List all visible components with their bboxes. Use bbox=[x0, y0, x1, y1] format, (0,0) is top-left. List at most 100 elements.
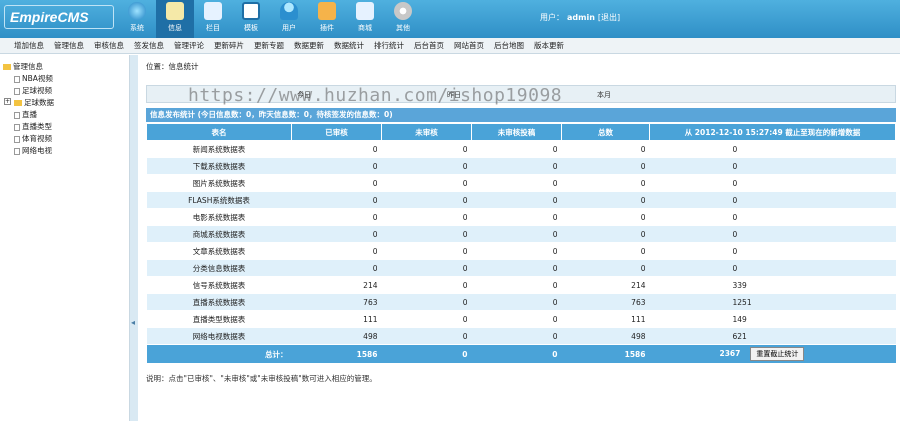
toolbar-review-info[interactable]: 审核信息 bbox=[94, 38, 124, 53]
tree-item-live[interactable]: 直播 bbox=[14, 109, 37, 120]
tree-item-web-tv[interactable]: 网络电视 bbox=[14, 145, 52, 156]
count-cell[interactable]: 0 bbox=[471, 276, 562, 294]
count-cell[interactable]: 0 bbox=[291, 225, 382, 243]
count-cell[interactable]: 0 bbox=[381, 293, 472, 311]
column-header: 已审核 bbox=[291, 123, 382, 141]
table-row: 电影系统数据表 0 0 0 0 0 bbox=[146, 208, 896, 226]
count-cell[interactable]: 0 bbox=[381, 327, 472, 345]
total-value: 0 bbox=[381, 344, 472, 364]
nav-column[interactable]: 栏目 bbox=[194, 0, 232, 38]
count-cell[interactable]: 0 bbox=[471, 242, 562, 260]
reset-stats-button[interactable]: 重置截止统计 bbox=[750, 347, 805, 361]
toolbar-update-fragments[interactable]: 更新碎片 bbox=[214, 38, 244, 53]
table-row: 分类信息数据表 0 0 0 0 0 bbox=[146, 259, 896, 277]
main-nav: 系统 信息 栏目 模板 用户 插件 商城 其他 bbox=[118, 0, 422, 38]
count-cell[interactable]: 0 bbox=[381, 191, 472, 209]
toolbar-site-home[interactable]: 网站首页 bbox=[454, 38, 484, 53]
app-logo: EmpireCMS bbox=[4, 5, 114, 29]
nav-label: 其他 bbox=[396, 24, 410, 32]
count-cell[interactable]: 0 bbox=[381, 259, 472, 277]
stats-title: 信息发布统计 (今日信息数：0，昨天信息数：0，待核签发的信息数：0) bbox=[146, 108, 896, 122]
nav-system[interactable]: 系统 bbox=[118, 0, 156, 38]
table-name-cell: 商城系统数据表 bbox=[146, 225, 292, 243]
count-cell[interactable]: 0 bbox=[471, 174, 562, 192]
toolbar-sign-info[interactable]: 签发信息 bbox=[134, 38, 164, 53]
sidebar-collapse-handle[interactable]: ◂ bbox=[130, 55, 138, 421]
count-cell[interactable]: 0 bbox=[381, 276, 472, 294]
toolbar-add-info[interactable]: 增加信息 bbox=[14, 38, 44, 53]
tree-item-label: 直播类型 bbox=[22, 122, 52, 131]
toolbar-data-update[interactable]: 数据更新 bbox=[294, 38, 324, 53]
table-name-cell: 网络电视数据表 bbox=[146, 327, 292, 345]
tree-item-label: NBA视频 bbox=[22, 74, 53, 83]
toolbar-version-update[interactable]: 版本更新 bbox=[534, 38, 564, 53]
tree-item-nba[interactable]: NBA视频 bbox=[14, 73, 53, 84]
nav-label: 用户 bbox=[282, 24, 296, 32]
count-cell[interactable]: 0 bbox=[471, 157, 562, 175]
count-cell[interactable]: 0 bbox=[381, 242, 472, 260]
folder-open-icon bbox=[3, 64, 11, 70]
breadcrumb: 位置：信息统计 bbox=[146, 62, 199, 71]
toolbar-manage-info[interactable]: 管理信息 bbox=[54, 38, 84, 53]
count-cell[interactable]: 0 bbox=[471, 293, 562, 311]
count-cell[interactable]: 0 bbox=[291, 191, 382, 209]
tree-root[interactable]: 管理信息 bbox=[3, 61, 43, 72]
count-cell[interactable]: 763 bbox=[291, 293, 382, 311]
count-cell[interactable]: 0 bbox=[381, 174, 472, 192]
count-cell[interactable]: 0 bbox=[291, 174, 382, 192]
count-cell: 214 bbox=[561, 276, 650, 294]
count-cell[interactable]: 0 bbox=[291, 140, 382, 158]
table-row: FLASH系统数据表 0 0 0 0 0 bbox=[146, 191, 896, 209]
count-cell[interactable]: 0 bbox=[291, 259, 382, 277]
column-header: 总数 bbox=[561, 123, 650, 141]
table-name-cell: 文章系统数据表 bbox=[146, 242, 292, 260]
table-name-cell: 直播类型数据表 bbox=[146, 310, 292, 328]
toolbar-admin-home[interactable]: 后台首页 bbox=[414, 38, 444, 53]
count-cell[interactable]: 111 bbox=[291, 310, 382, 328]
toolbar-update-topics[interactable]: 更新专题 bbox=[254, 38, 284, 53]
count-cell: 0 bbox=[561, 191, 650, 209]
top-header: EmpireCMS 系统 信息 栏目 模板 用户 插件 商城 其他 用户： ad… bbox=[0, 0, 900, 38]
nav-template[interactable]: 模板 bbox=[232, 0, 270, 38]
table-row: 新闻系统数据表 0 0 0 0 0 bbox=[146, 140, 896, 158]
toolbar-admin-map[interactable]: 后台地图 bbox=[494, 38, 524, 53]
chevron-left-icon: ◂ bbox=[131, 318, 136, 327]
count-cell[interactable]: 0 bbox=[381, 140, 472, 158]
table-header-row: 表名 已审核 未审核 未审核投稿 总数 从 2012-12-10 15:27:4… bbox=[146, 123, 896, 141]
count-cell[interactable]: 0 bbox=[381, 225, 472, 243]
count-cell[interactable]: 0 bbox=[471, 140, 562, 158]
nav-info[interactable]: 信息 bbox=[156, 0, 194, 38]
count-cell[interactable]: 0 bbox=[471, 327, 562, 345]
toolbar-data-stats[interactable]: 数据统计 bbox=[334, 38, 364, 53]
expand-toggle[interactable]: + bbox=[4, 98, 11, 105]
tab-this-month[interactable]: 本月 bbox=[597, 90, 611, 100]
count-cell[interactable]: 0 bbox=[291, 208, 382, 226]
nav-shop[interactable]: 商城 bbox=[346, 0, 384, 38]
tree-item-football-video[interactable]: 足球视频 bbox=[14, 85, 52, 96]
count-cell[interactable]: 0 bbox=[381, 310, 472, 328]
count-cell[interactable]: 0 bbox=[381, 208, 472, 226]
count-cell[interactable]: 0 bbox=[471, 225, 562, 243]
count-cell[interactable]: 0 bbox=[471, 259, 562, 277]
count-cell[interactable]: 0 bbox=[471, 191, 562, 209]
logout-link[interactable]: [退出] bbox=[598, 13, 620, 22]
count-cell[interactable]: 214 bbox=[291, 276, 382, 294]
tree-item-label: 直播 bbox=[22, 110, 37, 119]
tree-item-live-type[interactable]: 直播类型 bbox=[14, 121, 52, 132]
table-name-cell: 图片系统数据表 bbox=[146, 174, 292, 192]
nav-plugin[interactable]: 插件 bbox=[308, 0, 346, 38]
toolbar-manage-comments[interactable]: 管理评论 bbox=[174, 38, 204, 53]
count-cell[interactable]: 0 bbox=[471, 310, 562, 328]
count-cell[interactable]: 0 bbox=[291, 242, 382, 260]
count-cell[interactable]: 0 bbox=[291, 157, 382, 175]
nav-user[interactable]: 用户 bbox=[270, 0, 308, 38]
count-cell[interactable]: 0 bbox=[381, 157, 472, 175]
table-name-cell: 新闻系统数据表 bbox=[146, 140, 292, 158]
tree-item-sports-video[interactable]: 体育视频 bbox=[14, 133, 52, 144]
count-cell[interactable]: 498 bbox=[291, 327, 382, 345]
count-cell[interactable]: 0 bbox=[471, 208, 562, 226]
table-row: 网络电视数据表 498 0 0 498 621 bbox=[146, 327, 896, 345]
tree-item-football-data[interactable]: 足球数据 bbox=[14, 97, 54, 108]
nav-other[interactable]: 其他 bbox=[384, 0, 422, 38]
toolbar-rank-stats[interactable]: 排行统计 bbox=[374, 38, 404, 53]
